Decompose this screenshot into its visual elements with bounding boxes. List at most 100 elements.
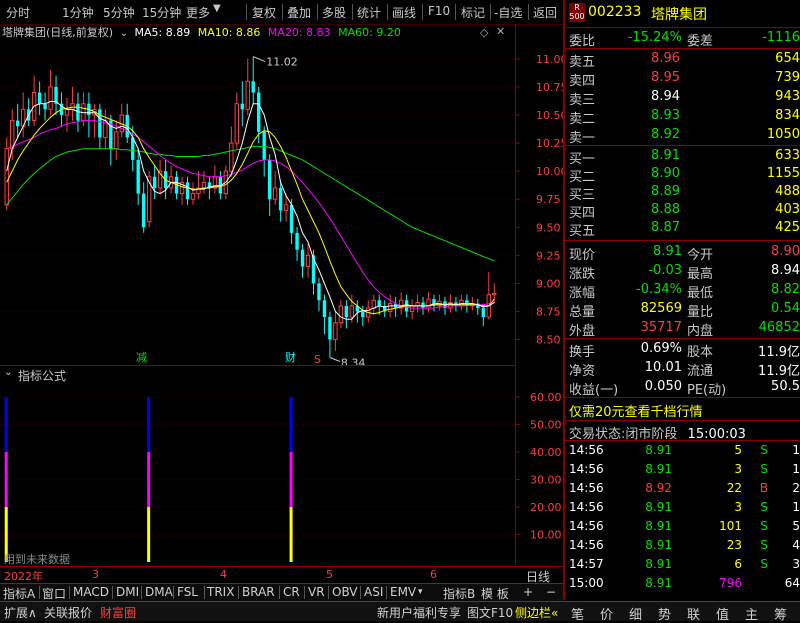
future-data-note: 用到未来数据 [4,553,70,566]
indicator-chart[interactable] [0,382,515,565]
side-tab-linked[interactable]: 联 [687,604,700,623]
tick-time: 14:56 [569,443,604,457]
candle [240,81,244,127]
tab-asi[interactable]: ASI [364,585,383,599]
ask-row[interactable]: 卖五 8.96 654 [569,51,800,70]
tab-emv[interactable]: EMV [390,585,416,599]
mark-button[interactable]: 标记 [461,4,485,21]
tab-template[interactable]: 模 板 [481,585,509,602]
settings-diamond-icon[interactable]: ◇ [480,26,488,39]
candle [409,299,415,320]
f10-button[interactable]: F10 [428,4,450,18]
candle-body [338,305,344,324]
side-tab-transaction[interactable]: 笔 [571,604,584,623]
tab-add-button[interactable]: + [523,585,533,599]
ma10-legend: MA10: 8.86 [197,26,261,39]
side-tab-price[interactable]: 价 [600,604,613,623]
tab-obv[interactable]: OBV [332,585,358,599]
bid-row[interactable]: 买一 8.91 633 [569,148,800,167]
event-marker-reduce[interactable]: 减 [136,351,147,364]
tick-price: 8.91 [645,500,672,514]
indicator-collapse-icon[interactable]: ⌄ [4,367,12,378]
bid-label: 买一 [569,152,596,167]
tab-indicator-b[interactable]: 指标B [443,585,475,602]
ask-label: 卖五 [569,55,596,70]
candle [201,171,207,194]
overlay-button[interactable]: 叠加 [287,4,311,21]
tick-time: 14:56 [569,462,604,476]
adjust-button[interactable]: 复权 [252,4,276,21]
new-user-welfare-link[interactable]: 新用户福利专享 [377,604,461,621]
tab-brar[interactable]: BRAR [242,585,275,599]
event-marker-finance[interactable]: 财 [285,350,296,364]
event-marker-s[interactable]: S [314,353,321,365]
graphic-f10-link[interactable]: 图文F10 [467,604,513,621]
tab-cr[interactable]: CR [283,585,300,599]
tab-trix[interactable]: TRIX [207,585,234,599]
back-button[interactable]: 返回 [533,4,557,21]
tab-dmi[interactable]: DMI [116,585,139,599]
period-intraday-button[interactable]: 分时 [6,4,30,21]
side-tab-main[interactable]: 主 [745,604,758,623]
candle [272,171,278,205]
tab-remove-button[interactable]: − [546,585,556,599]
period-more-button[interactable]: 更多 [186,4,210,21]
candle-body [283,204,289,211]
candle [262,126,266,177]
tab-vr[interactable]: VR [308,585,325,599]
close-icon[interactable]: ✕ [496,25,505,38]
stat-label: 今开 [687,248,714,263]
indicator-header: ⌄ 指标公式 [0,365,515,383]
ask-row[interactable]: 卖二 8.93 834 [569,108,800,127]
period-15min-button[interactable]: 15分钟 [142,4,181,21]
ask-row[interactable]: 卖三 8.94 943 [569,89,800,108]
candle-body [251,81,255,93]
indicator-tabs: 指标A 窗口 MACD DMI DMA FSL TRIX BRAR CR VR … [0,583,563,601]
side-tab-trend[interactable]: 势 [658,604,671,623]
ask-row[interactable]: 卖一 8.92 1050 [569,127,800,146]
wealth-circle-button[interactable]: 财富圈 [100,604,136,621]
signal-bar-segment [147,397,151,452]
candle [43,92,47,121]
draw-line-button[interactable]: 画线 [392,4,416,21]
fund-label: PE(动) [687,383,727,398]
more-dropdown-icon[interactable]: ▼ [213,3,221,14]
tab-expand-icon[interactable]: ▾ [418,587,423,597]
toolbar-divider [282,4,283,20]
period-5min-button[interactable]: 5分钟 [103,4,135,21]
candle [267,154,272,217]
stat-value: -0.03 [648,263,682,278]
bid-row[interactable]: 买二 8.90 1155 [569,166,800,185]
level2-promo-link[interactable]: 仅需20元查看千档行情 [569,401,703,420]
side-tab-detail[interactable]: 细 [629,604,642,623]
signal-bar-segment [147,507,151,562]
related-quote-button[interactable]: 关联报价 [44,604,92,621]
expand-button[interactable]: 扩展∧ [4,604,37,621]
multi-stock-button[interactable]: 多股 [322,4,346,21]
candle-body [98,109,102,138]
tab-window[interactable]: 窗口 [42,585,66,602]
bid-row[interactable]: 买四 8.88 403 [569,202,800,221]
tick-volume: 23 [726,538,742,552]
remove-watchlist-button[interactable]: -自选 [494,4,522,21]
bid-row[interactable]: 买五 8.87 425 [569,220,800,239]
tab-indicator-a[interactable]: 指标A [3,585,35,602]
tab-dma[interactable]: DMA [145,585,173,599]
bid-row[interactable]: 买三 8.89 488 [569,184,800,203]
ask-row[interactable]: 卖四 8.95 739 [569,70,800,89]
ask-volume: 739 [775,70,800,85]
side-tab-chips[interactable]: 筹 [774,604,787,623]
statistics-button[interactable]: 统计 [357,4,381,21]
side-tab-value[interactable]: 值 [716,604,729,623]
candle [125,103,129,144]
legend-collapse-icon[interactable]: ⌄ [120,28,128,39]
signal-bar-segment [4,452,8,507]
period-1min-button[interactable]: 1分钟 [62,4,94,21]
sidebar-toggle-link[interactable]: 侧边栏« [515,604,558,621]
tab-macd[interactable]: MACD [73,585,109,599]
ask-volume: 1050 [766,127,800,142]
tab-fsl[interactable]: FSL [177,585,198,599]
ask-volume: 654 [775,51,800,66]
candlestick-chart[interactable]: 11.02 8.34 减 财 S [0,40,515,365]
signal-bar-segment [4,397,8,452]
